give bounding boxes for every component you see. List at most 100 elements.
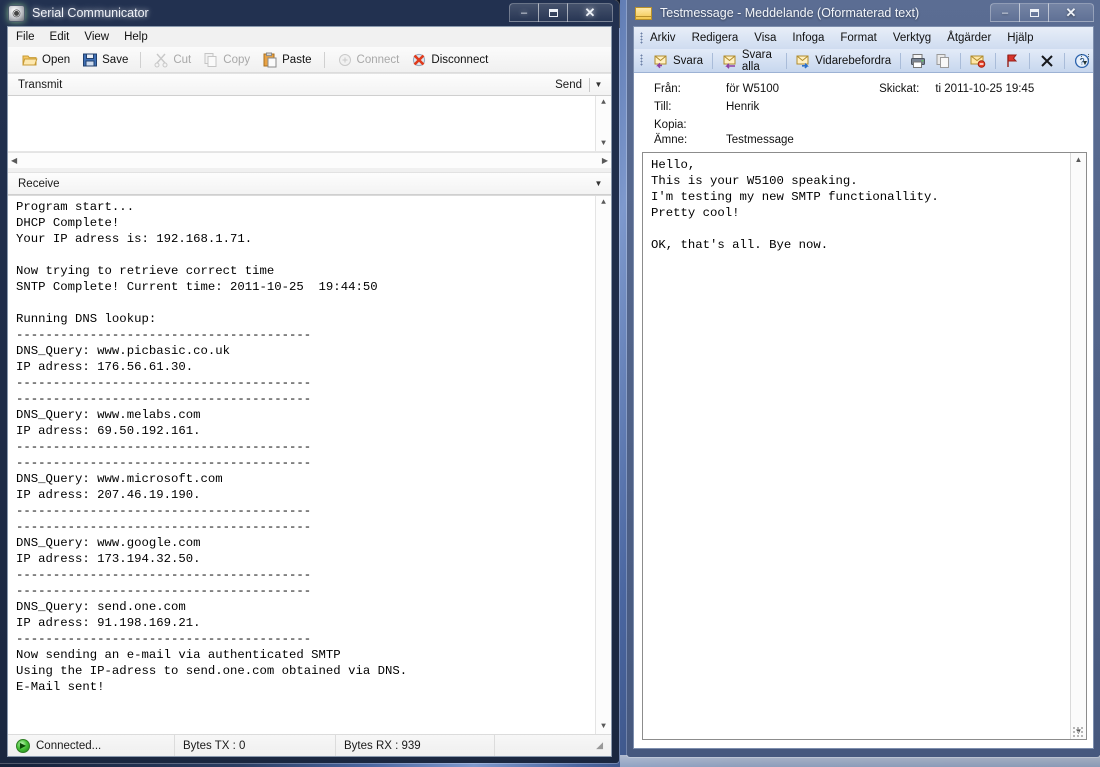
toolbar-connect-label: Connect — [357, 54, 400, 66]
close-button[interactable]: ✕ — [1048, 3, 1094, 22]
scroll-down-icon[interactable]: ▼ — [601, 720, 606, 734]
serial-communicator-window: ◉ Serial Communicator – ✕ File Edit View… — [0, 0, 619, 763]
block-sender-icon — [970, 53, 986, 69]
flag-icon — [1004, 53, 1020, 69]
status-text: Connected... — [36, 740, 101, 752]
serial-app-icon: ◉ — [8, 5, 25, 22]
minimize-button[interactable]: – — [509, 3, 539, 22]
mail-header-fields: Från: för W5100 Skickat: ti 2011-10-25 1… — [634, 73, 1093, 152]
mail-menu-arkiv[interactable]: Arkiv — [650, 32, 676, 44]
delete-button[interactable] — [1036, 52, 1058, 70]
menu-help[interactable]: Help — [124, 31, 148, 43]
clipboard-paste-icon — [262, 52, 278, 68]
scroll-down-icon[interactable]: ▼ — [601, 137, 606, 151]
mail-cc-row: Kopia: — [654, 119, 1093, 131]
mail-menu-hjalp[interactable]: Hjälp — [1007, 32, 1033, 44]
mail-menu-atgarder[interactable]: Åtgärder — [947, 32, 991, 44]
transmit-input[interactable]: ▲ ▼ — [8, 96, 611, 152]
flag-button[interactable] — [1001, 52, 1023, 70]
toolbar-open-button[interactable]: Open — [18, 51, 74, 69]
mail-menu-format[interactable]: Format — [840, 32, 876, 44]
close-button[interactable]: ✕ — [567, 3, 613, 22]
menu-file[interactable]: File — [16, 31, 35, 43]
receive-vertical-scrollbar[interactable]: ▲ ▼ — [595, 196, 611, 734]
mail-window-controls: – ✕ — [991, 3, 1094, 22]
toolbar-grip-icon[interactable] — [640, 54, 643, 66]
disconnect-icon — [411, 52, 427, 68]
copy-button[interactable] — [932, 52, 954, 70]
receive-chevron-down-icon[interactable]: ▼ — [590, 179, 607, 188]
mail-menu-visa[interactable]: Visa — [754, 32, 776, 44]
serial-window-body: File Edit View Help Open Save — [7, 26, 612, 757]
reply-all-button[interactable]: Svara alla — [719, 48, 780, 74]
toolbar-open-label: Open — [42, 54, 70, 66]
status-bytes-tx-cell: Bytes TX : 0 — [175, 735, 336, 756]
forward-button[interactable]: Vidarebefordra — [792, 52, 894, 70]
to-value: Henrik — [726, 101, 759, 113]
mail-toolbar: Svara Svara alla Vidarebefordra — [634, 49, 1093, 73]
toolbar-separator-2 — [324, 52, 325, 68]
delete-x-icon — [1039, 53, 1055, 69]
receive-pane: Program start... DHCP Complete! Your IP … — [8, 195, 611, 734]
reply-label: Svara — [673, 55, 703, 67]
status-resize-cell: ◢ — [495, 735, 611, 756]
print-button[interactable] — [907, 52, 929, 70]
sent-value: ti 2011-10-25 19:45 — [935, 83, 1034, 95]
scroll-right-icon[interactable]: ▶ — [602, 154, 608, 168]
scroll-up-icon[interactable]: ▲ — [601, 96, 606, 110]
transmit-horizontal-scrollbar[interactable]: ◀ ▶ — [8, 152, 611, 168]
block-sender-button[interactable] — [967, 52, 989, 70]
toolbar-save-button[interactable]: Save — [78, 51, 132, 69]
send-button[interactable]: Send — [548, 79, 589, 91]
maximize-button[interactable] — [538, 3, 568, 22]
serial-toolbar: Open Save Cut — [8, 47, 611, 73]
scroll-up-icon[interactable]: ▲ — [601, 196, 606, 210]
mail-window-body: Arkiv Redigera Visa Infoga Format Verkty… — [633, 26, 1094, 749]
toolbar-paste-button[interactable]: Paste — [258, 51, 315, 69]
copy-icon — [203, 52, 219, 68]
mail-body-text: Hello, This is your W5100 speaking. I'm … — [651, 157, 1066, 739]
mail-vertical-scrollbar[interactable]: ▲ ▼ — [1070, 153, 1086, 739]
transmit-vertical-scrollbar[interactable]: ▲ ▼ — [595, 96, 611, 151]
mail-menu-infoga[interactable]: Infoga — [792, 32, 824, 44]
toolbar-overflow-icon[interactable]: ⋮⋮▼ — [1079, 51, 1091, 71]
scroll-left-icon[interactable]: ◀ — [11, 154, 17, 168]
toolbar-connect-button[interactable]: Connect — [333, 51, 404, 69]
print-icon — [910, 53, 926, 69]
minimize-button[interactable]: – — [990, 3, 1020, 22]
toolbar-disconnect-button[interactable]: Disconnect — [407, 51, 492, 69]
mail-body-area[interactable]: Hello, This is your W5100 speaking. I'm … — [642, 152, 1087, 740]
receive-pane-label: Receive — [18, 178, 60, 190]
menu-view[interactable]: View — [84, 31, 109, 43]
maximize-button[interactable] — [1019, 3, 1049, 22]
connected-green-icon: ▶ — [16, 739, 30, 753]
menu-edit[interactable]: Edit — [50, 31, 70, 43]
toolbar-copy-button[interactable]: Copy — [199, 51, 254, 69]
mail-titlebar[interactable]: Testmessage - Meddelande (Oformaterad te… — [627, 0, 1100, 26]
toolbar-cut-button[interactable]: Cut — [149, 51, 195, 69]
to-label: Till: — [654, 101, 726, 113]
from-value: för W5100 — [726, 83, 779, 95]
serial-titlebar[interactable]: ◉ Serial Communicator – ✕ — [0, 0, 619, 26]
transmit-pane-label: Transmit — [18, 79, 62, 91]
folder-open-icon — [22, 52, 38, 68]
mail-menu-redigera[interactable]: Redigera — [692, 32, 739, 44]
copy-icon — [935, 53, 951, 69]
resize-grip-icon[interactable]: ◢ — [596, 740, 603, 751]
mail-window-title: Testmessage - Meddelande (Oformaterad te… — [660, 6, 919, 20]
menubar-grip-icon[interactable] — [640, 32, 643, 44]
toolbar-separator-1 — [140, 52, 141, 68]
transmit-chevron-down-icon[interactable]: ▼ — [590, 80, 607, 89]
forward-label: Vidarebefordra — [815, 55, 891, 67]
toolbar-disconnect-label: Disconnect — [431, 54, 488, 66]
toolbar-cut-label: Cut — [173, 54, 191, 66]
mail-resize-grip-icon[interactable] — [1072, 726, 1084, 738]
receive-text: Program start... DHCP Complete! Your IP … — [16, 199, 591, 734]
subject-label: Ämne: — [654, 134, 726, 146]
scroll-up-icon[interactable]: ▲ — [1075, 153, 1083, 167]
receive-pane-header: Receive ▼ — [8, 172, 611, 195]
mail-menu-verktyg[interactable]: Verktyg — [893, 32, 931, 44]
reply-button[interactable]: Svara — [650, 52, 706, 70]
from-label: Från: — [654, 83, 726, 95]
receive-output[interactable]: Program start... DHCP Complete! Your IP … — [8, 195, 611, 734]
